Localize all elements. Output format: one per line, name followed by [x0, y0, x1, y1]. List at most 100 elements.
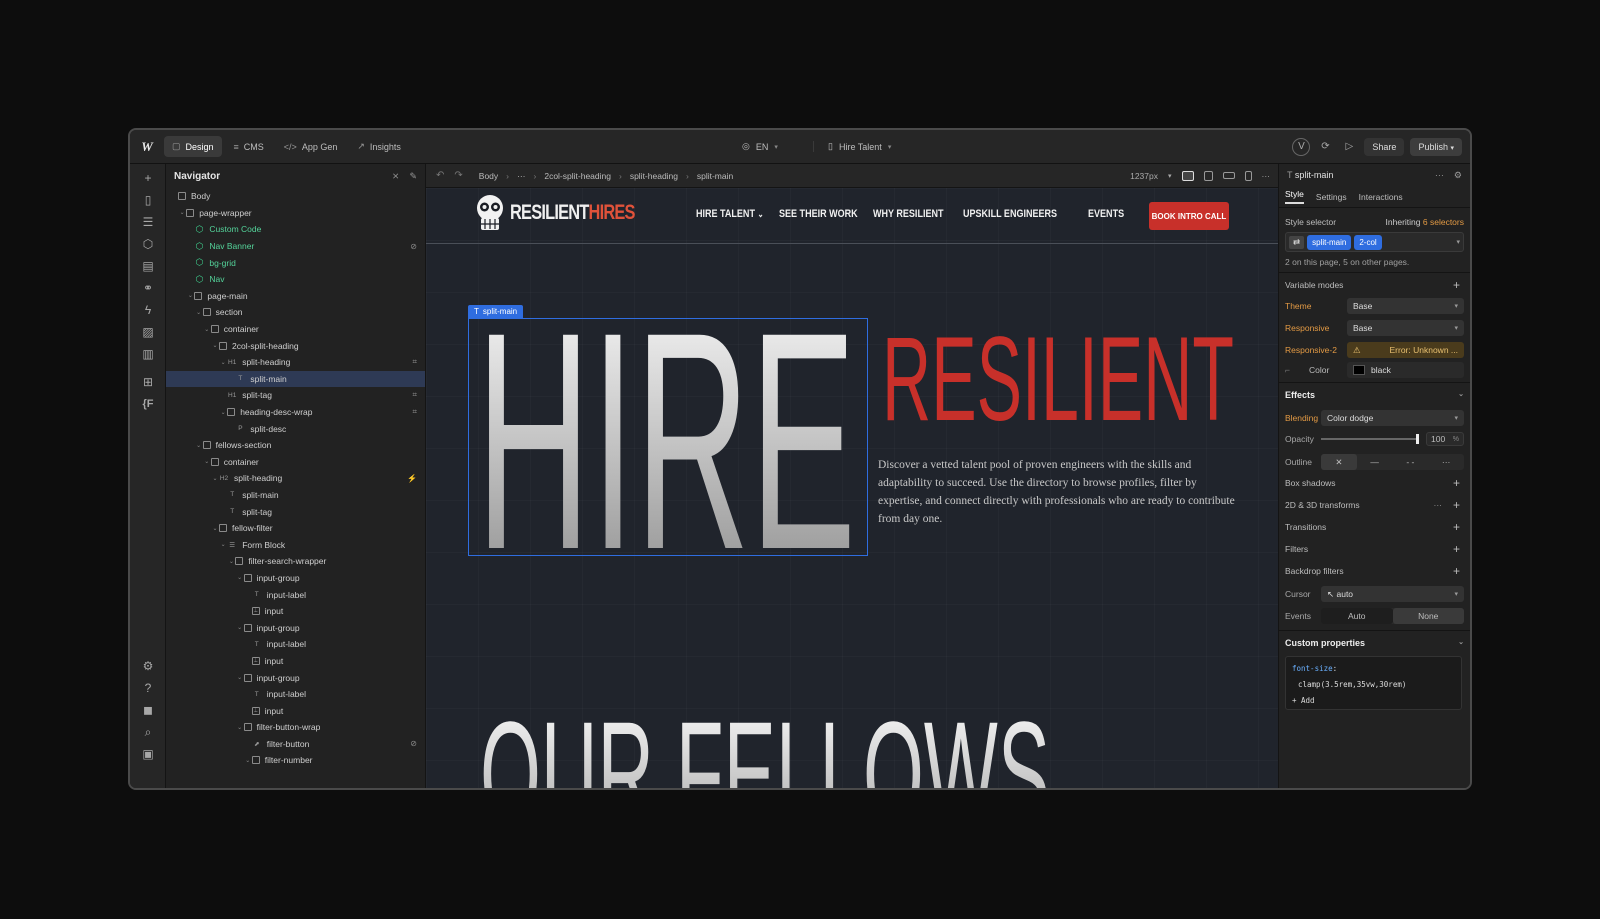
outline-dotted-icon[interactable]: ··· — [1428, 454, 1464, 470]
mobile-portrait-icon[interactable] — [1244, 170, 1252, 181]
navigator-node[interactable]: ⌶ input — [166, 702, 425, 719]
chevron-down-icon[interactable]: ⌄ — [236, 574, 244, 581]
class-chip[interactable]: 2-col — [1354, 234, 1382, 250]
node-badge-icon[interactable]: ⚡ — [407, 474, 417, 483]
chevron-down-icon[interactable]: ⌄ — [211, 525, 219, 532]
navigator-node[interactable]: H1 split-tag ⌗ — [166, 387, 425, 404]
class-chip[interactable]: split-main — [1307, 234, 1352, 250]
publish-button[interactable]: Publish ▾ — [1410, 137, 1462, 156]
navigator-node[interactable]: ⌄ filter-button-wrap — [166, 719, 425, 736]
navigator-node[interactable]: ⬡ Custom Code — [166, 221, 425, 238]
breadcrumb-item[interactable]: split-heading — [630, 171, 678, 181]
navigator-node[interactable]: Tsplit-main — [166, 370, 425, 388]
outline-none-icon[interactable]: ✕ — [1321, 454, 1357, 470]
mobile-landscape-icon[interactable] — [1222, 172, 1235, 179]
navigator-node[interactable]: ⌄ fellows-section — [166, 437, 425, 454]
navigator-node[interactable]: ⌄ filter-number — [166, 752, 425, 769]
desktop-breakpoint-icon[interactable] — [1181, 170, 1194, 181]
chevron-down-icon[interactable]: ⌄ — [211, 342, 219, 349]
chevron-down-icon[interactable]: ⌄ — [219, 409, 227, 416]
navigator-node[interactable]: ⌄ fellow-filter — [166, 520, 425, 537]
collapse-icon[interactable]: ⨯ — [392, 171, 400, 182]
breadcrumb-item[interactable]: split-main — [697, 171, 733, 181]
add-property-button[interactable]: + Add — [1292, 693, 1455, 709]
share-button[interactable]: Share — [1364, 137, 1405, 156]
more-icon[interactable]: ··· — [1262, 171, 1271, 181]
custom-properties-editor[interactable]: font-size: clamp(3.5rem,35vw,30rem) + Ad… — [1285, 656, 1462, 710]
navigator-icon[interactable]: ☰ — [130, 212, 166, 232]
app-gen-tab[interactable]: </> App Gen — [276, 137, 346, 157]
node-badge-icon[interactable]: ⊘ — [410, 739, 417, 748]
events-auto-option[interactable]: Auto — [1321, 608, 1393, 624]
navigator-node[interactable]: ⌄ H2 split-heading ⚡ — [166, 470, 425, 487]
navigator-node[interactable]: ⌶ input — [166, 603, 425, 620]
variables-icon[interactable]: ⚭ — [130, 278, 166, 298]
chevron-down-icon[interactable]: ⌄ — [178, 209, 186, 216]
hero-heading-tag[interactable]: RESILIENT — [882, 316, 1242, 426]
sync-icon[interactable]: ⟳ — [1316, 138, 1334, 156]
chevron-down-icon[interactable]: ⌄ — [195, 309, 203, 316]
cursor-select[interactable]: ↖ auto ▾ — [1321, 586, 1464, 602]
node-badge-icon[interactable]: ⊘ — [410, 242, 417, 251]
blending-select[interactable]: Color dodge ▾ — [1321, 410, 1464, 426]
navigator-node[interactable]: ⌄ 2col-split-heading — [166, 337, 425, 354]
chevron-down-icon[interactable]: ⌄ — [236, 674, 244, 681]
page-switcher[interactable]: ▯ Hire Talent ▾ — [813, 141, 891, 152]
cms-tab[interactable]: ≡ CMS — [226, 137, 272, 157]
outline-dashed-icon[interactable]: - - — [1393, 454, 1429, 470]
chevron-down-icon[interactable]: ⌄ — [219, 541, 227, 548]
chevron-down-icon[interactable]: ⌄ — [236, 624, 244, 631]
functions-icon[interactable]: {F — [130, 394, 166, 414]
add-icon[interactable]: + — [1453, 520, 1460, 534]
breadcrumb-item[interactable]: Body — [479, 171, 498, 181]
breadcrumb-item[interactable]: ··· — [517, 171, 526, 181]
node-badge-icon[interactable]: ⌗ — [412, 390, 417, 400]
navigator-node[interactable]: ⌄ H1 split-heading ⌗ — [166, 354, 425, 371]
breadcrumb-item[interactable]: 2col-split-heading — [544, 171, 611, 181]
navigator-node[interactable]: ⌄ input-group — [166, 619, 425, 636]
preview-icon[interactable]: ▷ — [1340, 138, 1358, 156]
navigator-node[interactable]: ⌄ page-main — [166, 288, 425, 305]
library-icon[interactable]: ▥ — [130, 344, 166, 364]
tablet-breakpoint-icon[interactable] — [1203, 170, 1213, 181]
interactions-icon[interactable]: ϟ — [130, 300, 166, 320]
settings-icon[interactable]: ⚙ — [130, 656, 166, 676]
effects-section-header[interactable]: Effects ⌄ — [1285, 390, 1464, 400]
add-icon[interactable]: + — [1453, 564, 1460, 578]
tab-settings[interactable]: Settings — [1316, 192, 1347, 202]
chevron-down-icon[interactable]: ⌄ — [195, 442, 203, 449]
add-icon[interactable]: + — [1453, 278, 1460, 292]
navigator-node[interactable]: ⌄ input-group — [166, 669, 425, 686]
navigator-node[interactable]: Tsplit-main — [166, 487, 425, 504]
tab-interactions[interactable]: Interactions — [1359, 192, 1403, 202]
nav-link-upskill-engineers[interactable]: UPSKILL ENGINEERS — [963, 208, 1066, 220]
add-icon[interactable]: + — [1453, 542, 1460, 556]
apps-icon[interactable]: ⊞ — [130, 372, 166, 392]
navigator-node[interactable]: ⌄ container — [166, 454, 425, 471]
chevron-down-icon[interactable]: ⌄ — [203, 326, 211, 333]
custom-properties-header[interactable]: Custom properties ⌄ — [1285, 638, 1464, 648]
selector-field[interactable]: ⇄ split-main 2-col ▾ — [1285, 232, 1464, 252]
navigator-node[interactable]: ⌶ input — [166, 653, 425, 670]
chevron-down-icon[interactable]: ⌄ — [186, 292, 194, 299]
tab-style[interactable]: Style — [1285, 189, 1304, 204]
navigator-node[interactable]: ⌄ page-wrapper — [166, 205, 425, 222]
navigator-node[interactable]: ⌄ heading-desc-wrap ⌗ — [166, 404, 425, 421]
nav-link-events[interactable]: EVENTS — [1088, 208, 1129, 220]
more-icon[interactable]: ··· — [1434, 500, 1443, 510]
webflow-logo[interactable]: W — [130, 139, 164, 155]
insights-tab[interactable]: ↗ Insights — [349, 136, 409, 157]
navigator-node[interactable]: Tsplit-tag — [166, 503, 425, 520]
node-badge-icon[interactable]: ⌗ — [412, 357, 417, 367]
opacity-slider-thumb[interactable] — [1416, 434, 1419, 444]
chevron-down-icon[interactable]: ⌄ — [244, 757, 252, 764]
navigator-node[interactable]: Tinput-label — [166, 686, 425, 703]
color-swatch-field[interactable]: black — [1347, 362, 1464, 378]
navigator-node[interactable]: Tinput-label — [166, 636, 425, 653]
navigator-node[interactable]: Tinput-label — [166, 586, 425, 603]
navigator-node[interactable]: ⬡ Nav — [166, 271, 425, 288]
outline-solid-icon[interactable]: — — [1357, 454, 1393, 470]
inheriting-info[interactable]: Inheriting 6 selectors — [1386, 217, 1464, 227]
navigator-node[interactable]: ⌄ ☰ Form Block — [166, 536, 425, 553]
pages-icon[interactable]: ▯ — [130, 190, 166, 210]
